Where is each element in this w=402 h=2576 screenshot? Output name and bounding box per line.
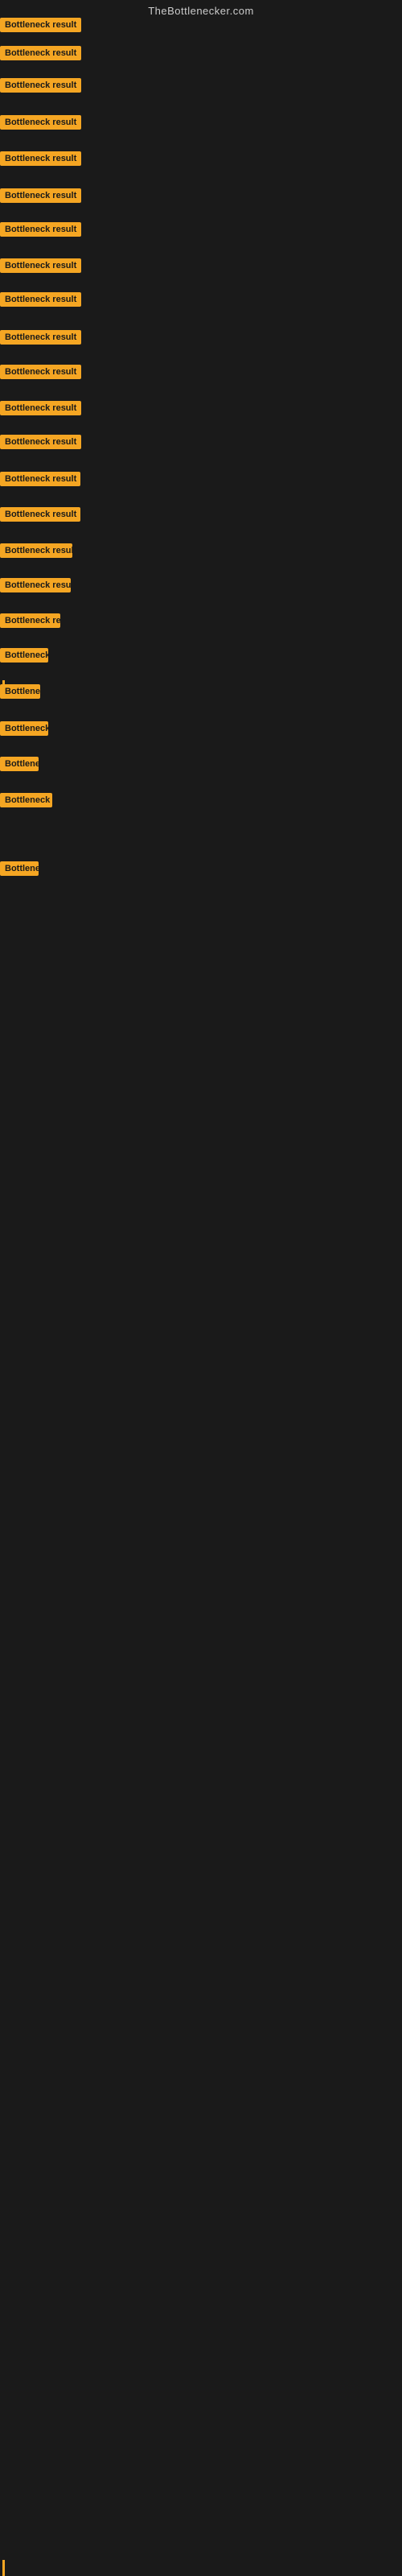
bottleneck-badge-container-14: Bottleneck result xyxy=(0,472,80,490)
bottleneck-badge-5: Bottleneck result xyxy=(0,151,81,166)
bottleneck-badge-14: Bottleneck result xyxy=(0,472,80,486)
bottleneck-badge-17: Bottleneck result xyxy=(0,578,71,592)
bottleneck-badge-container-18: Bottleneck result xyxy=(0,613,60,632)
bottleneck-badge-4: Bottleneck result xyxy=(0,115,81,130)
bottleneck-badge-container-1: Bottleneck result xyxy=(0,18,81,36)
bottleneck-badge-container-6: Bottleneck result xyxy=(0,188,81,207)
bottleneck-badge-3: Bottleneck result xyxy=(0,78,81,93)
bottleneck-badge-container-19: Bottleneck result xyxy=(0,648,48,667)
bottleneck-badge-22: Bottleneck result xyxy=(0,757,39,771)
bottleneck-badge-16: Bottleneck result xyxy=(0,543,72,558)
bottleneck-badge-15: Bottleneck result xyxy=(0,507,80,522)
bottleneck-badge-container-8: Bottleneck result xyxy=(0,258,81,277)
bottleneck-badge-container-22: Bottleneck result xyxy=(0,757,39,775)
vertical-bar-2 xyxy=(2,2560,5,2576)
bottleneck-badge-container-20: Bottleneck result xyxy=(0,684,40,703)
bottleneck-badge-10: Bottleneck result xyxy=(0,330,81,345)
bottleneck-badge-13: Bottleneck result xyxy=(0,435,81,449)
bottleneck-badge-23: Bottleneck result xyxy=(0,793,52,807)
bottleneck-badge-container-16: Bottleneck result xyxy=(0,543,72,562)
bottleneck-badge-container-15: Bottleneck result xyxy=(0,507,80,526)
bottleneck-badge-container-2: Bottleneck result xyxy=(0,46,81,64)
bottleneck-badge-container-23: Bottleneck result xyxy=(0,793,52,811)
bottleneck-badge-2: Bottleneck result xyxy=(0,46,81,60)
vertical-bar-1 xyxy=(2,680,5,696)
bottleneck-badge-container-4: Bottleneck result xyxy=(0,115,81,134)
bottleneck-badge-7: Bottleneck result xyxy=(0,222,81,237)
bottleneck-badge-container-5: Bottleneck result xyxy=(0,151,81,170)
bottleneck-badge-container-9: Bottleneck result xyxy=(0,292,81,311)
bottleneck-badge-container-12: Bottleneck result xyxy=(0,401,81,419)
bottleneck-badge-9: Bottleneck result xyxy=(0,292,81,307)
bottleneck-badge-12: Bottleneck result xyxy=(0,401,81,415)
bottleneck-badge-container-24: Bottleneck result xyxy=(0,861,39,880)
bottleneck-badge-19: Bottleneck result xyxy=(0,648,48,663)
bottleneck-badge-8: Bottleneck result xyxy=(0,258,81,273)
bottleneck-badge-20: Bottleneck result xyxy=(0,684,40,699)
bottleneck-badge-1: Bottleneck result xyxy=(0,18,81,32)
bottleneck-badge-21: Bottleneck result xyxy=(0,721,48,736)
bottleneck-badge-container-13: Bottleneck result xyxy=(0,435,81,453)
bottleneck-badge-container-11: Bottleneck result xyxy=(0,365,81,383)
bottleneck-badge-container-17: Bottleneck result xyxy=(0,578,71,597)
bottleneck-badge-24: Bottleneck result xyxy=(0,861,39,876)
bottleneck-badge-18: Bottleneck result xyxy=(0,613,60,628)
bottleneck-badge-6: Bottleneck result xyxy=(0,188,81,203)
bottleneck-badge-container-21: Bottleneck result xyxy=(0,721,48,740)
bottleneck-badge-11: Bottleneck result xyxy=(0,365,81,379)
bottleneck-badge-container-7: Bottleneck result xyxy=(0,222,81,241)
bottleneck-badge-container-3: Bottleneck result xyxy=(0,78,81,97)
bottleneck-badge-container-10: Bottleneck result xyxy=(0,330,81,349)
